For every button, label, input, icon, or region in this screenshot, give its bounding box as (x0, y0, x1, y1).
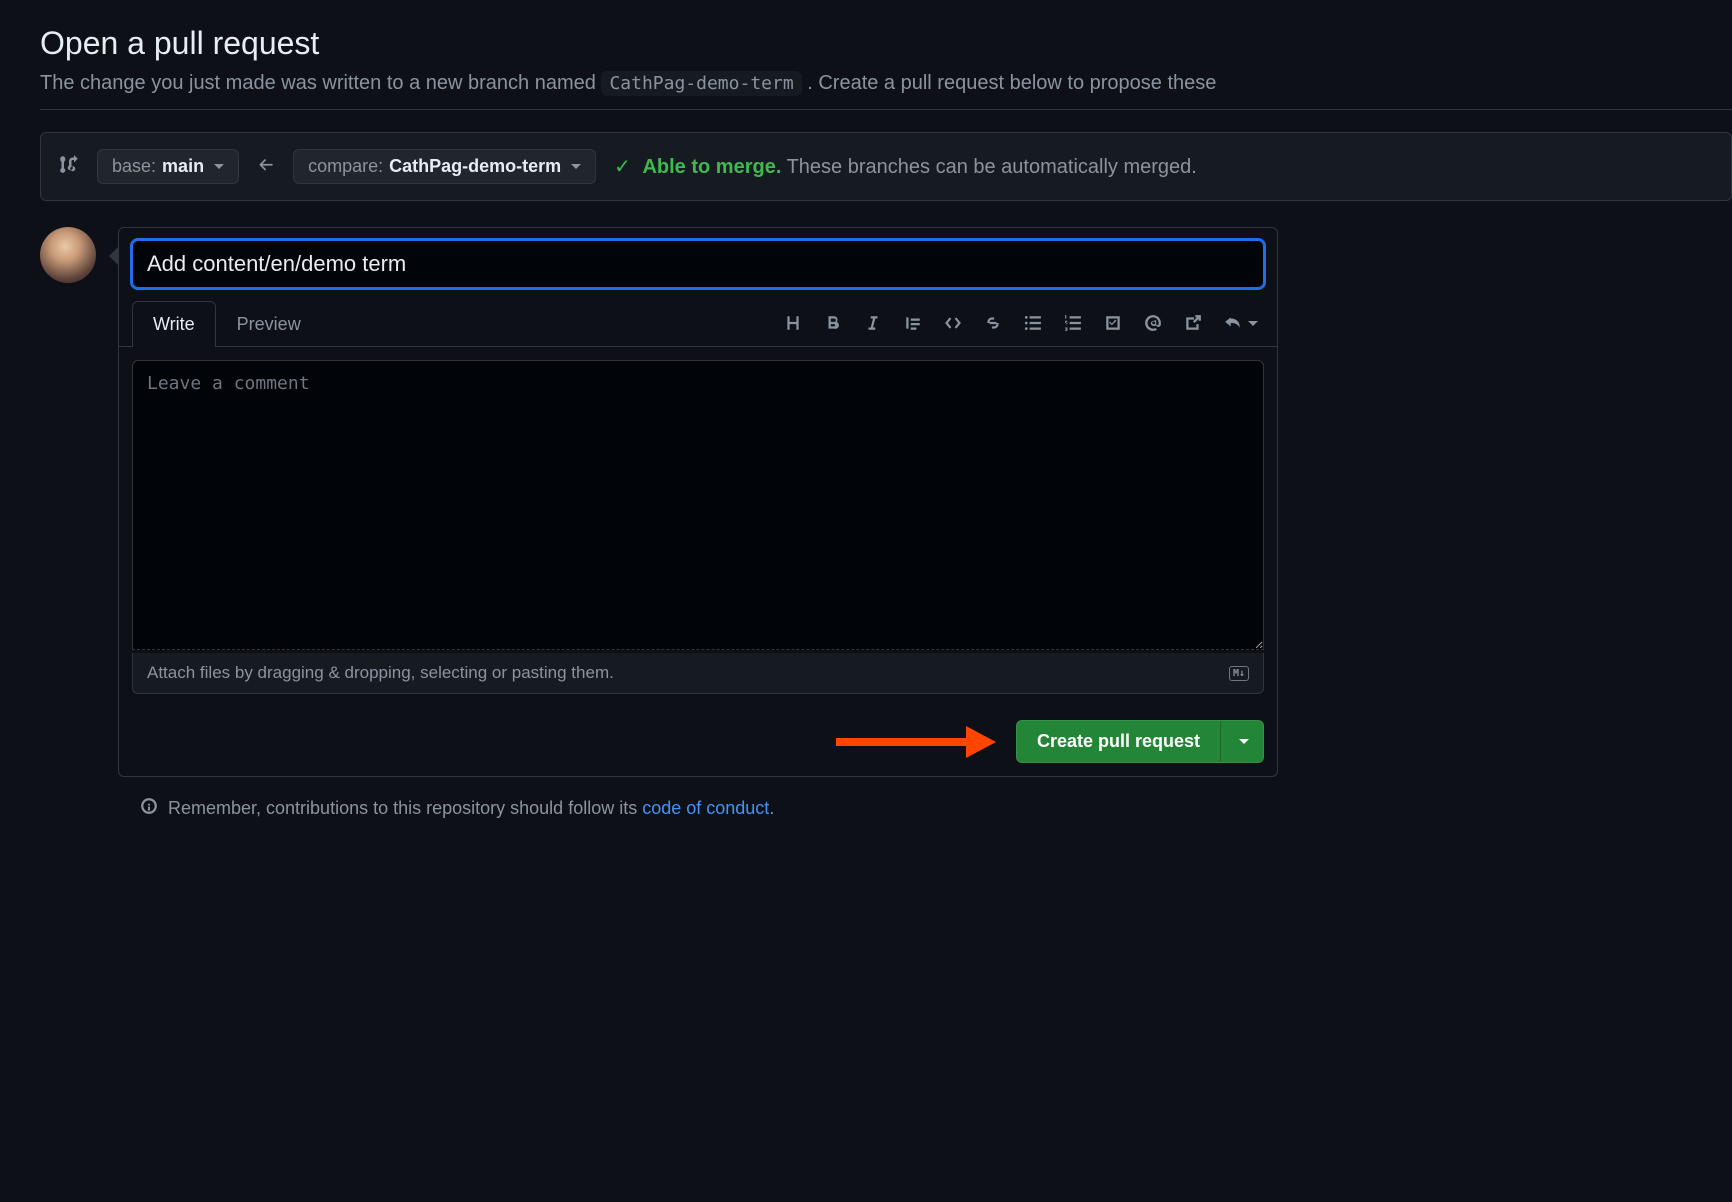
bold-icon[interactable] (824, 314, 842, 332)
page-title: Open a pull request (40, 25, 1732, 62)
user-avatar[interactable] (40, 227, 96, 283)
caret-down-icon (1239, 739, 1249, 744)
create-pull-request-dropdown[interactable] (1220, 721, 1263, 762)
info-icon (140, 797, 158, 820)
compare-bar: base: main compare: CathPag-demo-term ✓ … (40, 132, 1732, 201)
tasklist-icon[interactable] (1104, 314, 1122, 332)
pr-title-input[interactable] (132, 240, 1264, 288)
italic-icon[interactable] (864, 314, 882, 332)
markdown-icon[interactable]: M↓ (1229, 666, 1249, 681)
cross-reference-icon[interactable] (1184, 314, 1202, 332)
tab-write[interactable]: Write (132, 301, 216, 347)
unordered-list-icon[interactable] (1024, 314, 1042, 332)
reply-icon[interactable] (1224, 314, 1258, 332)
base-branch-select[interactable]: base: main (97, 149, 239, 184)
tab-preview[interactable]: Preview (216, 301, 322, 347)
create-pull-request-button[interactable]: Create pull request (1017, 721, 1220, 762)
quote-icon[interactable] (904, 314, 922, 332)
comment-box: Write Preview (118, 227, 1278, 777)
compare-branch-select[interactable]: compare: CathPag-demo-term (293, 149, 596, 184)
branch-name-code: CathPag-demo-term (601, 71, 801, 96)
caret-down-icon (1248, 321, 1258, 326)
heading-icon[interactable] (784, 314, 802, 332)
check-icon: ✓ (614, 156, 631, 178)
ordered-list-icon[interactable] (1064, 314, 1082, 332)
code-of-conduct-link[interactable]: code of conduct (642, 798, 769, 818)
caret-down-icon (571, 164, 581, 169)
code-icon[interactable] (944, 314, 962, 332)
comment-textarea[interactable] (132, 360, 1264, 650)
link-icon[interactable] (984, 314, 1002, 332)
arrow-left-icon (257, 156, 275, 177)
git-compare-icon (59, 155, 79, 178)
footer-note: Remember, contributions to this reposito… (140, 797, 1732, 820)
markdown-toolbar (784, 314, 1264, 332)
annotation-arrow (836, 732, 996, 752)
attach-files-row[interactable]: Attach files by dragging & dropping, sel… (132, 653, 1264, 694)
merge-status: ✓ Able to merge. These branches can be a… (614, 154, 1197, 179)
attach-hint-text: Attach files by dragging & dropping, sel… (147, 663, 614, 683)
caret-down-icon (214, 164, 224, 169)
mention-icon[interactable] (1144, 314, 1162, 332)
page-subtitle: The change you just made was written to … (40, 72, 1732, 110)
create-pull-request-button-group: Create pull request (1016, 720, 1264, 763)
